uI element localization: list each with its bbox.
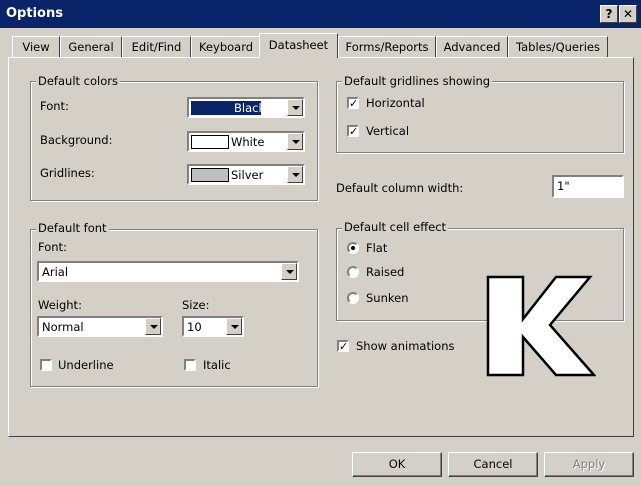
sunken-radio[interactable] <box>347 292 359 304</box>
underline-checkbox[interactable] <box>40 359 52 371</box>
chevron-down-icon[interactable] <box>145 318 161 335</box>
cell-effect-title: Default cell effect <box>342 220 449 234</box>
watermark-letter-k <box>486 259 597 379</box>
column-width-label: Default column width: <box>336 181 464 195</box>
gridlines-group <box>336 81 624 153</box>
show-animations-checkbox[interactable]: ✓ <box>337 340 349 352</box>
raised-radio[interactable] <box>347 266 359 278</box>
weight-label: Weight: <box>38 298 82 312</box>
window-title: Options <box>6 6 63 21</box>
sunken-label[interactable]: Sunken <box>366 291 409 305</box>
chevron-down-icon[interactable] <box>281 263 297 280</box>
column-width-input[interactable]: 1" <box>552 175 624 198</box>
background-color-label: Background: <box>40 133 113 147</box>
white-swatch <box>191 135 229 149</box>
silver-swatch <box>191 168 229 182</box>
background-color-select[interactable]: White <box>187 131 305 152</box>
vertical-checkbox[interactable]: ✓ <box>347 125 359 137</box>
vertical-label[interactable]: Vertical <box>366 124 409 138</box>
default-colors-title: Default colors <box>36 74 120 88</box>
tab-general[interactable]: General <box>60 36 122 58</box>
raised-label[interactable]: Raised <box>366 265 404 279</box>
size-label: Size: <box>182 298 210 312</box>
apply-button[interactable]: Apply <box>544 452 634 477</box>
gridlines-color-label: Gridlines: <box>40 166 95 180</box>
show-animations-label[interactable]: Show animations <box>356 339 455 353</box>
size-value: 10 <box>187 320 202 334</box>
tab-advanced[interactable]: Advanced <box>436 36 508 58</box>
help-button[interactable]: ? <box>600 5 618 23</box>
chevron-down-icon[interactable] <box>287 99 303 116</box>
weight-select[interactable]: Normal <box>37 316 163 337</box>
gridlines-title: Default gridlines showing <box>342 74 493 88</box>
size-select[interactable]: 10 <box>182 316 244 337</box>
italic-label[interactable]: Italic <box>203 358 231 372</box>
weight-value: Normal <box>42 320 84 334</box>
underline-label[interactable]: Underline <box>58 358 114 372</box>
tab-view[interactable]: View <box>12 36 60 58</box>
cancel-button[interactable]: Cancel <box>448 452 538 477</box>
tab-datasheet[interactable]: Datasheet <box>259 33 338 58</box>
tab-forms-reports[interactable]: Forms/Reports <box>338 36 436 58</box>
column-width-value: 1" <box>557 179 570 193</box>
italic-checkbox[interactable] <box>184 359 196 371</box>
close-button[interactable]: ✕ <box>619 5 637 23</box>
font-color-value: Black <box>234 101 266 115</box>
tab-tables-queries[interactable]: Tables/Queries <box>508 36 608 58</box>
flat-radio[interactable] <box>347 242 359 254</box>
tab-edit-find[interactable]: Edit/Find <box>122 36 191 58</box>
font-value: Arial <box>42 265 69 279</box>
font-color-select[interactable]: Black <box>187 97 305 118</box>
chevron-down-icon[interactable] <box>226 318 242 335</box>
chevron-down-icon[interactable] <box>287 133 303 150</box>
title-bar: Options ? ✕ <box>0 0 641 28</box>
background-color-value: White <box>231 135 265 149</box>
flat-label[interactable]: Flat <box>366 241 387 255</box>
horizontal-checkbox[interactable]: ✓ <box>347 97 359 109</box>
gridlines-color-value: Silver <box>231 168 264 182</box>
chevron-down-icon[interactable] <box>287 166 303 183</box>
font-color-label: Font: <box>40 99 69 113</box>
ok-button[interactable]: OK <box>352 452 442 477</box>
font-select[interactable]: Arial <box>37 261 299 282</box>
gridlines-color-select[interactable]: Silver <box>187 164 305 185</box>
default-font-title: Default font <box>36 221 109 235</box>
font-label: Font: <box>38 240 67 254</box>
horizontal-label[interactable]: Horizontal <box>366 96 425 110</box>
tab-keyboard[interactable]: Keyboard <box>191 36 261 58</box>
